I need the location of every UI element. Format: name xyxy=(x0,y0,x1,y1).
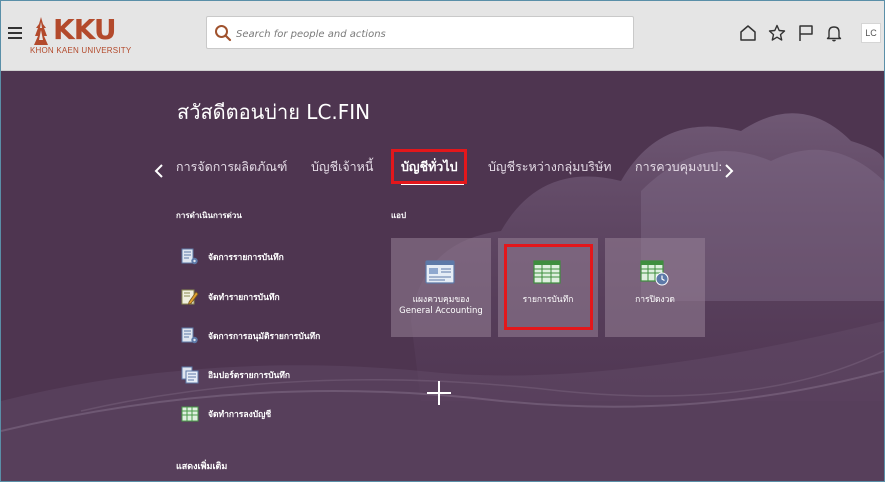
flag-icon[interactable] xyxy=(797,24,815,42)
home-icon[interactable] xyxy=(739,24,757,42)
logo-subtitle: KHON KAEN UNIVERSITY xyxy=(30,46,132,55)
search-icon[interactable] xyxy=(214,24,232,42)
approve-journals-icon xyxy=(181,327,198,344)
star-icon[interactable] xyxy=(768,24,786,42)
chevron-right-icon[interactable] xyxy=(723,163,735,179)
global-header: KKU KHON KAEN UNIVERSITY LC xyxy=(1,1,884,71)
quick-action-label: จัดทำการลงบัญชี xyxy=(208,410,272,420)
tab-product-management[interactable]: การจัดการผลิตภัณฑ์ xyxy=(176,157,287,181)
greeting-title: สวัสดีตอนบ่าย LC.FIN xyxy=(177,100,371,124)
tab-general-accounting[interactable]: บัญชีทั่วไป xyxy=(401,157,458,181)
create-accounting-icon xyxy=(181,406,199,422)
import-journals-icon xyxy=(181,366,199,384)
create-journal-icon xyxy=(181,289,199,305)
chevron-left-icon[interactable] xyxy=(153,163,165,179)
springboard: สวัสดีตอนบ่าย LC.FIN การจัดการผลิตภัณฑ์ … xyxy=(1,71,884,481)
logo-text: KKU xyxy=(53,13,117,46)
tab-budgetary-control[interactable]: การควบคุมงบป: xyxy=(635,157,722,181)
quick-action-approve-journals[interactable]: จัดการการอนุมัติรายการบันทึก xyxy=(181,326,320,346)
quick-action-label: อิมปอร์ตรายการบันทึก xyxy=(208,371,291,381)
quick-action-label: จัดการรายการบันทึก xyxy=(208,253,284,263)
search-input[interactable] xyxy=(234,21,633,47)
add-icon[interactable] xyxy=(427,381,451,405)
tile-label: การปิดงวด xyxy=(635,295,675,305)
manage-journals-icon xyxy=(181,248,198,265)
app-tile-journals[interactable]: รายการบันทึก xyxy=(498,238,598,337)
tab-payables[interactable]: บัญชีเจ้าหนี้ xyxy=(311,157,373,181)
tile-label: รายการบันทึก xyxy=(522,295,574,305)
tab-intercompany[interactable]: บัญชีระหว่างกลุ่มบริษัท xyxy=(488,157,611,181)
apps-title: แอป xyxy=(391,211,407,220)
app-window: KKU KHON KAEN UNIVERSITY LC xyxy=(0,0,885,482)
search-box xyxy=(206,16,634,49)
show-more-link[interactable]: แสดงเพิ่มเติม xyxy=(176,459,227,473)
user-avatar[interactable]: LC xyxy=(861,23,881,43)
kku-logo[interactable]: KKU KHON KAEN UNIVERSITY xyxy=(29,13,132,58)
quick-actions-title: การดำเนินการด่วน xyxy=(176,211,242,220)
app-tile-ga-dashboard[interactable]: แผงควบคุมของ General Accounting xyxy=(391,238,491,337)
dashboard-icon xyxy=(425,260,455,284)
quick-action-create-accounting[interactable]: จัดทำการลงบัญชี xyxy=(181,404,271,424)
quick-action-label: จัดการการอนุมัติรายการบันทึก xyxy=(208,332,321,342)
menu-icon[interactable] xyxy=(8,27,22,39)
period-close-icon xyxy=(640,260,669,286)
app-tile-period-close[interactable]: การปิดงวด xyxy=(605,238,705,337)
active-tab-indicator xyxy=(401,183,464,185)
quick-action-manage-journals[interactable]: จัดการรายการบันทึก xyxy=(181,247,284,267)
quick-action-label: จัดทำรายการบันทึก xyxy=(208,293,280,303)
journals-icon xyxy=(533,260,561,284)
quick-action-create-journal[interactable]: จัดทำรายการบันทึก xyxy=(181,287,280,307)
quick-action-import-journals[interactable]: อิมปอร์ตรายการบันทึก xyxy=(181,365,290,385)
tile-label: แผงควบคุมของ General Accounting xyxy=(399,295,483,316)
tower-icon xyxy=(34,17,48,45)
bell-icon[interactable] xyxy=(825,24,843,42)
